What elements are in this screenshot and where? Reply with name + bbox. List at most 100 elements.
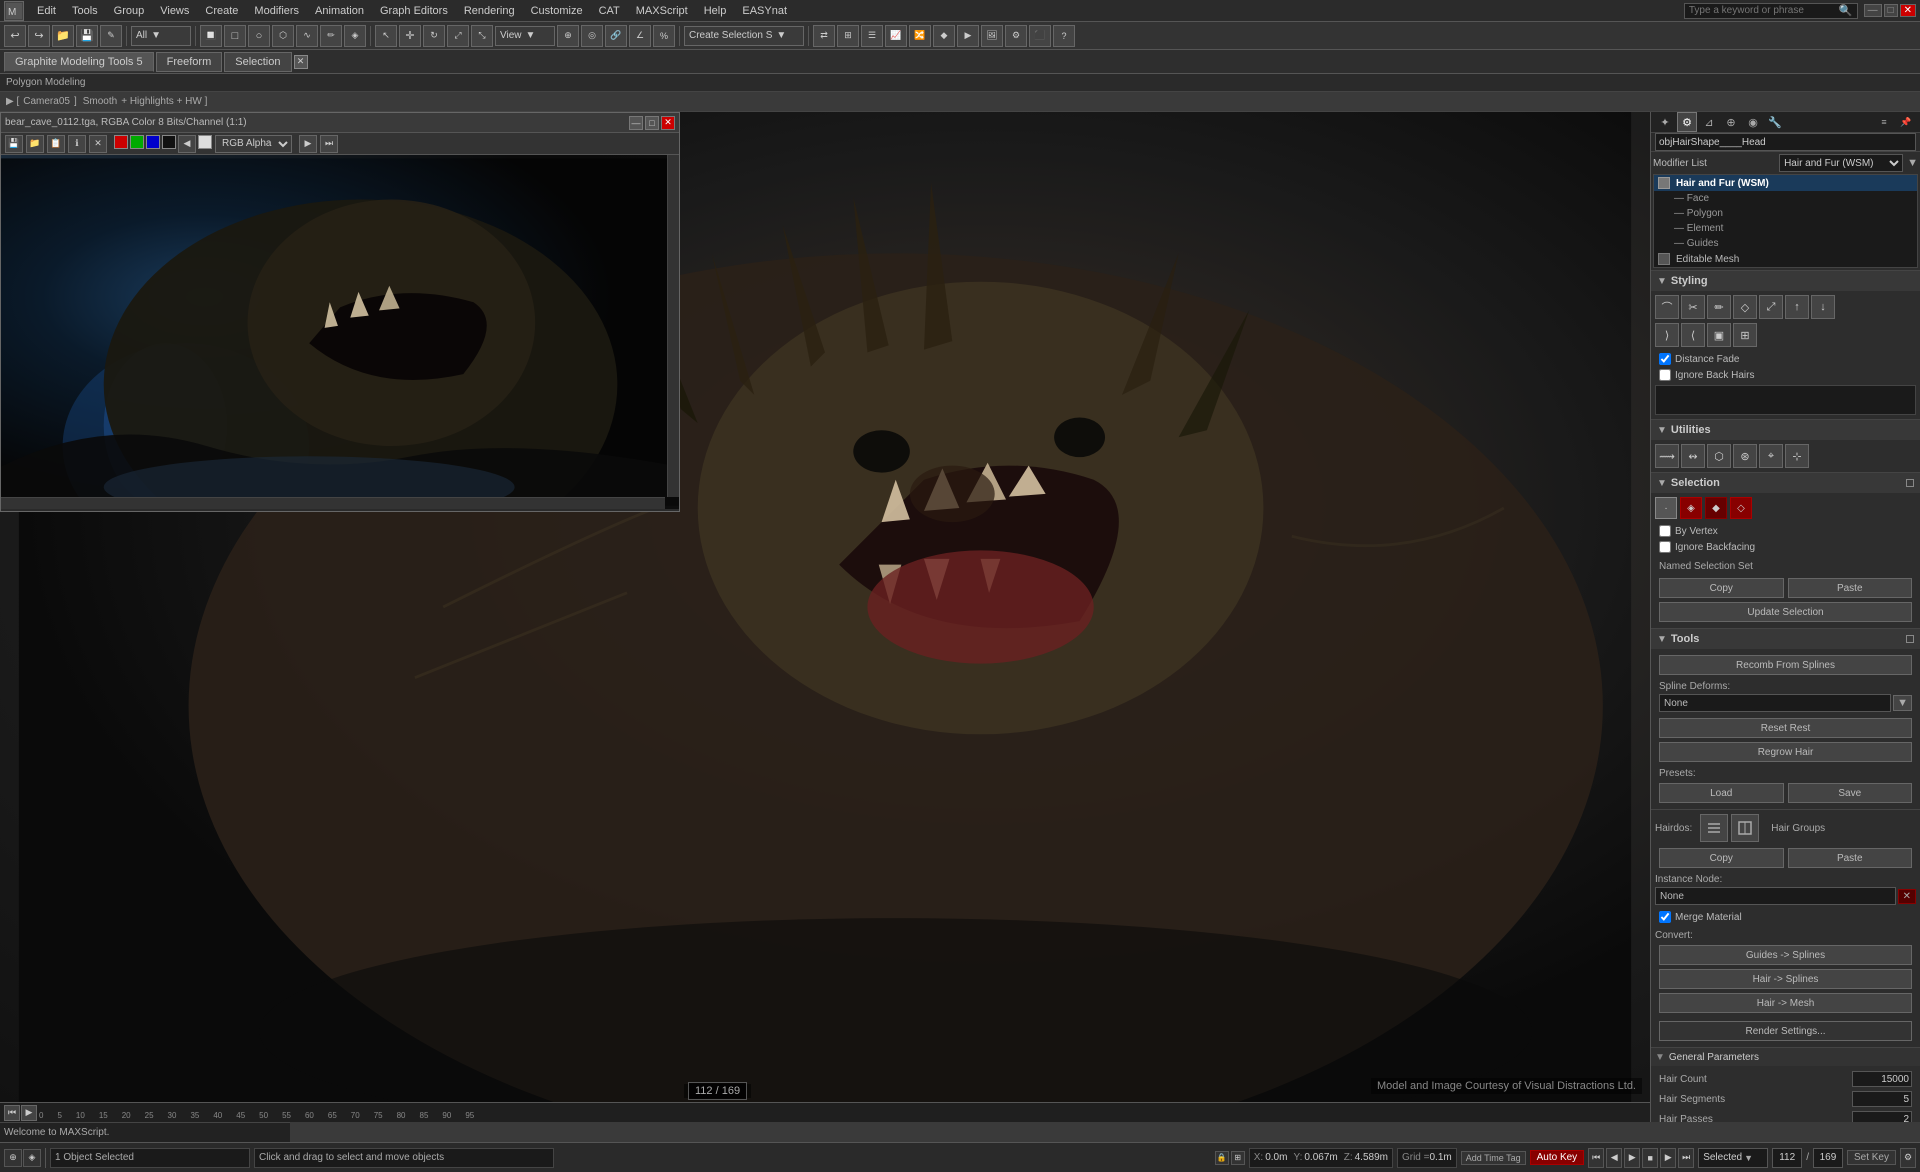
- regrow-hair-btn[interactable]: Regrow Hair: [1659, 742, 1912, 762]
- hair-groups-icon1[interactable]: [1700, 814, 1728, 842]
- hair-groups-icon2[interactable]: [1731, 814, 1759, 842]
- style-extra2-btn[interactable]: ⟨: [1681, 323, 1705, 347]
- channel-red-btn[interactable]: [114, 135, 128, 149]
- hair-count-field[interactable]: [1852, 1071, 1912, 1087]
- selection-tab[interactable]: Selection: [224, 52, 291, 72]
- select-btn[interactable]: ↖: [375, 25, 397, 47]
- render-btn[interactable]: 🖼: [981, 25, 1003, 47]
- help-tb-btn[interactable]: ?: [1053, 25, 1075, 47]
- paint-sel-btn[interactable]: ✏: [320, 25, 342, 47]
- 3d-viewport[interactable]: bear_cave_0112.tga, RGBA Color 8 Bits/Ch…: [0, 112, 1650, 1102]
- channel-select[interactable]: RGB Alpha RGB Alpha: [215, 135, 292, 153]
- window-minimize-btn[interactable]: —: [629, 116, 643, 130]
- frame-input[interactable]: [1772, 1148, 1802, 1168]
- guides-to-splines-btn[interactable]: Guides -> Splines: [1659, 945, 1912, 965]
- layer-btn[interactable]: ☰: [861, 25, 883, 47]
- close-btn[interactable]: ✕: [1900, 4, 1916, 17]
- channel-light-btn[interactable]: [198, 135, 212, 149]
- channel-blue-btn[interactable]: [146, 135, 160, 149]
- redo-btn[interactable]: ↪: [28, 25, 50, 47]
- general-params-header[interactable]: ▼ General Parameters: [1651, 1048, 1920, 1066]
- style-extra1-btn[interactable]: ⟩: [1655, 323, 1679, 347]
- go-to-end-btn[interactable]: ⏭: [1678, 1148, 1694, 1168]
- play-btn[interactable]: ▶: [21, 1105, 37, 1121]
- style-extra3-btn[interactable]: ▣: [1707, 323, 1731, 347]
- maximize-btn[interactable]: □: [1884, 4, 1898, 17]
- modifier-guides[interactable]: — Guides: [1654, 236, 1917, 251]
- menu-tools[interactable]: Tools: [65, 3, 105, 19]
- instance-x-btn[interactable]: ✕: [1898, 889, 1916, 904]
- render-settings-tb-btn[interactable]: ⚙: [1005, 25, 1027, 47]
- menu-group[interactable]: Group: [107, 3, 152, 19]
- menu-easynat[interactable]: EASYnat: [735, 3, 794, 19]
- save-btn[interactable]: 💾: [76, 25, 98, 47]
- hair-segments-field[interactable]: [1852, 1091, 1912, 1107]
- ignore-back-hairs-check[interactable]: [1659, 369, 1671, 381]
- sel-paste-btn[interactable]: Paste: [1788, 578, 1913, 598]
- render-frame-btn[interactable]: ▶: [957, 25, 979, 47]
- selected-dropdown[interactable]: Selected ▼: [1698, 1148, 1768, 1168]
- sel-filter-btn[interactable]: ◈: [344, 25, 366, 47]
- modifier-visibility-icon[interactable]: [1658, 177, 1670, 189]
- freeform-tab[interactable]: Freeform: [156, 52, 223, 72]
- img-save-btn[interactable]: 💾: [5, 135, 23, 153]
- util-btn4[interactable]: ⊛: [1733, 444, 1757, 468]
- recomb-splines-btn[interactable]: Recomb From Splines: [1659, 655, 1912, 675]
- auto-key-btn[interactable]: Auto Key: [1530, 1150, 1585, 1165]
- menu-customize[interactable]: Customize: [524, 3, 590, 19]
- modifier-editable-mesh[interactable]: Editable Mesh: [1654, 251, 1917, 267]
- search-input[interactable]: [1689, 5, 1839, 16]
- menu-create[interactable]: Create: [198, 3, 245, 19]
- style-extra4-btn[interactable]: ⊞: [1733, 323, 1757, 347]
- menu-graph-editors[interactable]: Graph Editors: [373, 3, 455, 19]
- hair-passes-field[interactable]: [1852, 1111, 1912, 1122]
- hairdos-copy-btn[interactable]: Copy: [1659, 848, 1784, 868]
- key-options-btn[interactable]: ⚙: [1900, 1148, 1916, 1168]
- modeling-close-btn[interactable]: ✕: [294, 55, 308, 69]
- obj-prop-btn[interactable]: ✎: [100, 25, 122, 47]
- undo-btn[interactable]: ↩: [4, 25, 26, 47]
- search-bar[interactable]: 🔍: [1684, 3, 1858, 19]
- rotate-btn[interactable]: ↻: [423, 25, 445, 47]
- sel-copy-btn[interactable]: Copy: [1659, 578, 1784, 598]
- next-frame-btn[interactable]: ▶: [1660, 1148, 1676, 1168]
- activeshade-btn[interactable]: ⬛: [1029, 25, 1051, 47]
- open-btn[interactable]: 📁: [52, 25, 74, 47]
- utilities-panel-tab[interactable]: 🔧: [1765, 112, 1785, 132]
- modifier-hair-fur[interactable]: Hair and Fur (WSM): [1654, 175, 1917, 191]
- fence-sel-btn[interactable]: ⬡: [272, 25, 294, 47]
- update-sel-btn[interactable]: Update Selection: [1659, 602, 1912, 622]
- scale-btn[interactable]: ⤢: [447, 25, 469, 47]
- window-maximize-btn[interactable]: □: [645, 116, 659, 130]
- style-comb-btn[interactable]: ⌒: [1655, 295, 1679, 319]
- styling-header[interactable]: ▼ Styling: [1651, 271, 1920, 291]
- channel-dark-btn[interactable]: [162, 135, 176, 149]
- menu-modifiers[interactable]: Modifiers: [247, 3, 306, 19]
- menu-edit[interactable]: Edit: [30, 3, 63, 19]
- display-panel-tab[interactable]: ◉: [1743, 112, 1763, 132]
- style-cut-btn[interactable]: ✂: [1681, 295, 1705, 319]
- ref-coord-btn[interactable]: ⊕: [557, 25, 579, 47]
- go-start-btn[interactable]: ⏮: [4, 1105, 20, 1121]
- distance-fade-check[interactable]: [1659, 353, 1671, 365]
- angle-snap-btn[interactable]: ∠: [629, 25, 651, 47]
- utilities-header[interactable]: ▼ Utilities: [1651, 420, 1920, 440]
- hierarchy-panel-tab[interactable]: ⊿: [1699, 112, 1719, 132]
- sel-red3-btn[interactable]: ◇: [1730, 497, 1752, 519]
- render-settings-btn[interactable]: Render Settings...: [1659, 1021, 1912, 1041]
- status-icon1[interactable]: ⊕: [4, 1149, 22, 1167]
- play-anim-btn[interactable]: ▶: [1624, 1148, 1640, 1168]
- view-dropdown[interactable]: View ▼: [495, 26, 555, 46]
- window-close-btn[interactable]: ✕: [661, 116, 675, 130]
- img-info-btn[interactable]: ℹ: [68, 135, 86, 153]
- img-next-btn[interactable]: ⏭: [320, 135, 338, 153]
- tools-header[interactable]: ▼ Tools: [1651, 629, 1920, 649]
- frame-end-input[interactable]: [1813, 1148, 1843, 1168]
- menu-cat[interactable]: CAT: [592, 3, 627, 19]
- circ-sel-btn[interactable]: ○: [248, 25, 270, 47]
- add-time-tag-btn[interactable]: Add Time Tag: [1461, 1151, 1526, 1165]
- mirror-btn[interactable]: ⇄: [813, 25, 835, 47]
- selection-header[interactable]: ▼ Selection: [1651, 473, 1920, 493]
- menu-maxscript[interactable]: MAXScript: [629, 3, 695, 19]
- create-sel-dropdown[interactable]: Create Selection S ▼: [684, 26, 804, 46]
